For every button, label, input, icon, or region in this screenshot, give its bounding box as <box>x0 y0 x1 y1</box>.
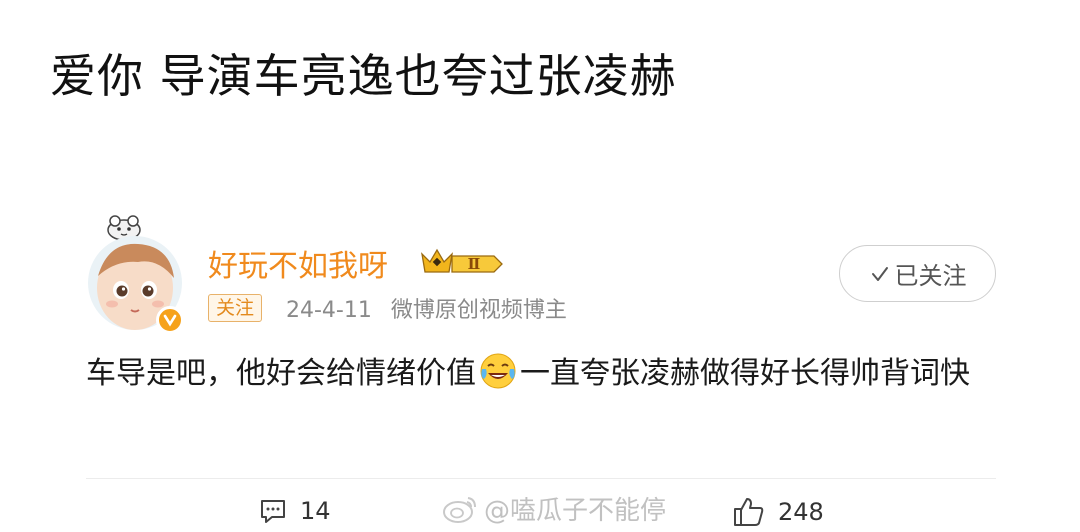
followed-button[interactable]: 已关注 <box>839 245 996 302</box>
follow-tag: 关注 <box>208 294 263 322</box>
check-icon <box>871 266 888 281</box>
followed-button-label: 已关注 <box>894 262 967 290</box>
weibo-logo-icon <box>443 496 476 523</box>
divider <box>86 478 996 479</box>
post-source: 微博原创视频博主 <box>390 298 567 323</box>
avatar[interactable] <box>86 212 190 334</box>
post-body: 车导是吧，他好会给情绪价值 一直夸张凌赫做得好长得帅背词快 <box>86 350 1006 398</box>
post-text-part2: 一直夸张凌赫做得好长得帅背词快 <box>520 356 970 391</box>
comment-icon <box>261 500 285 523</box>
post-date: 24-4-11 <box>286 298 372 323</box>
like-count: 248 <box>778 498 824 526</box>
thumbs-up-icon <box>734 498 764 526</box>
headline: 爱你 导演车亮逸也夸过张凌赫 <box>50 49 677 103</box>
post-meta: 24-4-11 微博原创视频博主 <box>286 292 567 324</box>
comment-count: 14 <box>300 497 331 525</box>
username[interactable]: 好玩不如我呀 <box>208 241 388 285</box>
comment-button[interactable]: 14 <box>258 496 331 526</box>
vip-crown-badge: Ⅱ <box>418 244 504 278</box>
post-text-part1: 车导是吧，他好会给情绪价值 <box>86 356 476 391</box>
watermark-text: @嗑瓜子不能停 <box>484 496 667 526</box>
laughing-tears-emoji-icon <box>480 353 516 389</box>
like-button[interactable]: 248 <box>732 496 824 528</box>
screenshot-page: 爱你 导演车亮逸也夸过张凌赫 好玩不如我呀 Ⅱ 关注 24-4-11 微博原创视… <box>0 0 1080 532</box>
verified-badge-icon <box>156 306 184 334</box>
vip-level-text: Ⅱ <box>468 255 481 273</box>
watermark: @嗑瓜子不能停 <box>442 490 666 527</box>
